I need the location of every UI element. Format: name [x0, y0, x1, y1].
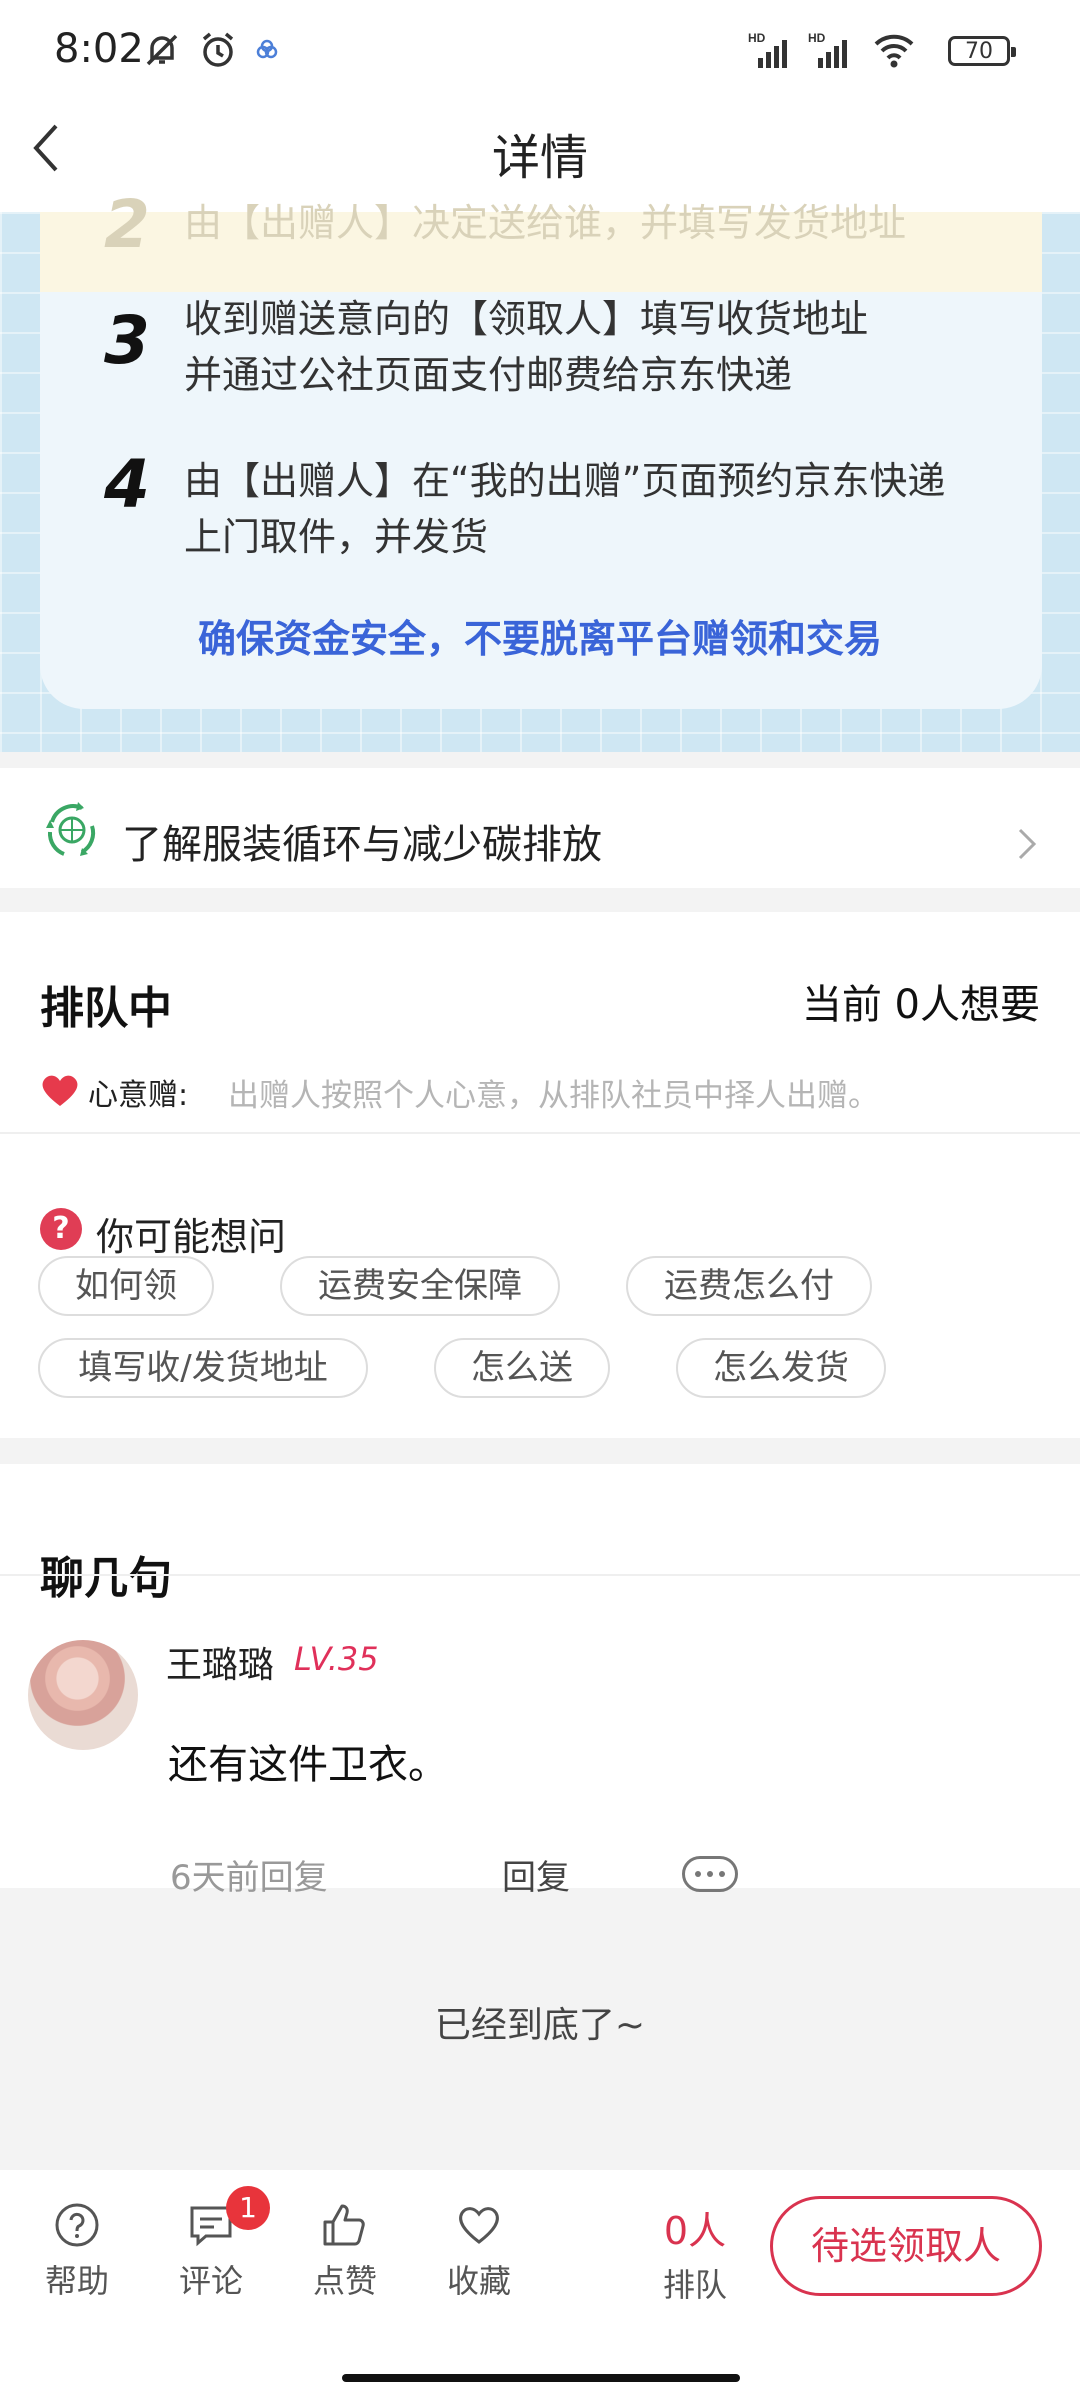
faq-title: 你可能想问: [96, 1215, 287, 1259]
svg-text:HD: HD: [808, 31, 826, 45]
safety-notice: 确保资金安全，不要脱离平台赠领和交易: [197, 617, 882, 661]
heart-outline-icon: [459, 2207, 499, 2244]
queue-title: 排队中: [40, 983, 172, 1034]
queue-label: 排队: [662, 2266, 727, 2304]
cloud-sync-icon: [256, 39, 278, 59]
wifi-icon: [874, 34, 914, 68]
thumbs-up-icon: [323, 2204, 365, 2246]
favorite-tab[interactable]: 收藏: [424, 2200, 534, 2302]
comment-text: 还有这件卫衣。: [168, 1742, 448, 1788]
home-indicator[interactable]: [342, 2374, 740, 2382]
avatar[interactable]: [28, 1640, 138, 1750]
like-tab[interactable]: 点赞: [290, 2200, 400, 2302]
carbon-link-label[interactable]: 了解服装循环与减少碳排放: [122, 812, 602, 870]
help-icon: [55, 2203, 99, 2247]
step-4-line1: 由【出赠人】在“我的出赠”页面预约京东快递: [184, 459, 946, 503]
step-2-text: 由【出赠人】决定送给谁，并填写发货地址: [184, 201, 907, 245]
divider: [0, 1574, 1080, 1576]
gift-mode-description: 出赠人按照个人心意，从排队社员中择人出赠。: [228, 1078, 879, 1114]
queue-count-number: 0人: [663, 2209, 727, 2253]
faq-chip[interactable]: 运费怎么付: [626, 1256, 872, 1316]
step-3-line2: 并通过公社页面支付邮费给京东快递: [184, 353, 793, 397]
more-options-icon[interactable]: [682, 1856, 738, 1892]
svg-text:HD: HD: [748, 31, 766, 45]
step-3-line1: 收到赠送意向的【领取人】填写收货地址: [184, 297, 869, 341]
faq-chip[interactable]: 怎么发货: [676, 1338, 886, 1398]
faq-chip[interactable]: 填写收/发货地址: [38, 1338, 368, 1398]
select-recipient-button[interactable]: 待选领取人: [770, 2196, 1042, 2296]
question-icon: ?: [40, 1208, 82, 1250]
faq-chip[interactable]: 运费安全保障: [280, 1256, 560, 1316]
comment-username[interactable]: 王璐璐: [166, 1636, 274, 1688]
heart-icon: [42, 1075, 78, 1106]
step-2-number: 2: [104, 186, 150, 263]
help-tab[interactable]: 帮助: [22, 2200, 132, 2302]
step-4-line2: 上门取件，并发货: [184, 515, 489, 559]
mute-bell-icon: [146, 34, 178, 66]
gift-mode-label: 心意赠:: [88, 1078, 189, 1113]
step-4-number: 4: [104, 446, 150, 523]
faq-chip[interactable]: 如何领: [38, 1256, 214, 1316]
faq-chip[interactable]: 怎么送: [434, 1338, 610, 1398]
step-3-number: 3: [104, 302, 150, 379]
reply-button[interactable]: 回复: [502, 1850, 570, 1899]
status-time: 8:02: [54, 26, 144, 72]
comment-label: 评论: [178, 2262, 243, 2300]
favorite-label: 收藏: [446, 2262, 511, 2300]
queue-count: 当前 0人想要: [801, 982, 1040, 1028]
recycle-icon: [46, 802, 96, 856]
chevron-right-icon: [1018, 828, 1037, 860]
page-title: 详情: [491, 130, 588, 186]
end-of-list-text: 已经到底了~: [434, 2005, 646, 2046]
help-label: 帮助: [44, 2262, 109, 2300]
chat-card: [0, 1464, 1080, 1888]
comment-time: 6天前回复: [170, 1858, 328, 1898]
battery-indicator: 70: [948, 36, 1016, 66]
comment-count-badge: 1: [226, 2186, 270, 2230]
signal-hd-2-icon: HD: [808, 31, 847, 68]
user-level-badge: LV.35: [294, 1640, 379, 1678]
alarm-icon: [202, 32, 234, 67]
status-left-icons: [140, 28, 282, 72]
like-label: 点赞: [312, 2262, 377, 2300]
signal-hd-1-icon: HD: [748, 31, 787, 68]
